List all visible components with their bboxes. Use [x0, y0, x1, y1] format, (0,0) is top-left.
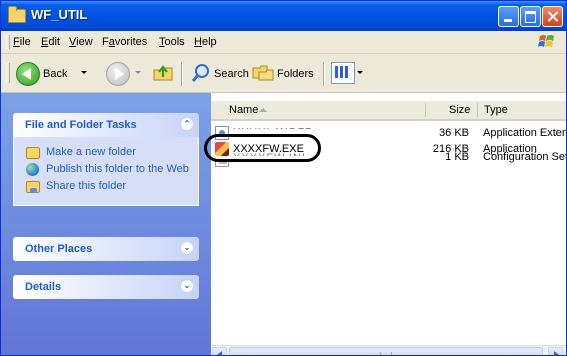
file-folder-tasks-panel: File and Folder Tasks ⌃ Make a new folde…: [13, 113, 199, 206]
task-pane: File and Folder Tasks ⌃ Make a new folde…: [1, 93, 211, 355]
scroll-left-icon: [217, 351, 222, 355]
toolbar: Back Search Folders: [1, 54, 566, 93]
task-share-folder[interactable]: Share this folder: [26, 180, 190, 193]
up-folder-icon[interactable]: [153, 63, 173, 81]
menu-view[interactable]: View: [69, 36, 93, 48]
file-type: Application Extens: [483, 127, 567, 139]
scroll-right-button[interactable]: [548, 347, 563, 355]
column-type[interactable]: Type: [484, 104, 508, 116]
forward-dropdown-icon[interactable]: [135, 71, 141, 74]
back-arrow-icon: [22, 68, 31, 80]
expand-chevron-icon[interactable]: ⌄: [180, 279, 194, 293]
toolbar-separator: [323, 62, 325, 86]
other-places-panel: Other Places ⌄: [13, 237, 199, 261]
close-button[interactable]: [542, 6, 563, 27]
column-divider[interactable]: [477, 103, 478, 117]
views-dropdown-icon[interactable]: [357, 71, 363, 74]
search-button[interactable]: Search: [214, 68, 249, 80]
panel-header[interactable]: File and Folder Tasks ⌃: [13, 113, 199, 137]
menu-tools[interactable]: Tools: [159, 36, 185, 48]
views-button[interactable]: [331, 62, 355, 84]
folders-button[interactable]: Folders: [277, 68, 314, 80]
task-make-new-folder[interactable]: Make a new folder: [26, 146, 190, 159]
panel-title: Other Places: [25, 243, 93, 255]
maximize-button[interactable]: [520, 6, 541, 27]
scroll-left-button[interactable]: [212, 347, 227, 355]
highlight-annotation: [204, 134, 321, 162]
horizontal-scrollbar[interactable]: [211, 345, 566, 355]
scroll-right-icon: [554, 351, 559, 355]
task-label: Publish this folder to the Web: [46, 163, 189, 175]
menu-favorites[interactable]: Favorites: [102, 36, 147, 48]
collapse-chevron-icon[interactable]: ⌃: [180, 117, 194, 131]
file-size: 36 KB: [439, 127, 469, 139]
task-label: Make a new folder: [46, 146, 136, 158]
expand-chevron-icon[interactable]: ⌄: [180, 241, 194, 255]
title-bar[interactable]: WF_UTIL: [1, 1, 566, 31]
panel-title: File and Folder Tasks: [25, 119, 137, 131]
menu-edit[interactable]: Edit: [41, 36, 60, 48]
folders-icon[interactable]: [252, 63, 274, 81]
menu-file[interactable]: File: [13, 36, 31, 48]
forward-button[interactable]: [106, 62, 130, 86]
menu-grip: [6, 35, 10, 49]
window-title: WF_UTIL: [31, 7, 88, 22]
panel-title: Details: [25, 281, 62, 293]
column-header: Name Size Type: [211, 101, 566, 121]
file-name: XXXXFW.DLL: [233, 120, 313, 132]
column-size[interactable]: Size: [449, 104, 470, 116]
back-dropdown-icon[interactable]: [81, 71, 87, 74]
forward-arrow-icon: [115, 68, 124, 80]
windows-logo-icon: [531, 33, 559, 51]
panel-header[interactable]: Details ⌄: [13, 275, 199, 299]
new-folder-icon: [26, 147, 40, 159]
toolbar-separator: [181, 62, 183, 86]
file-type: Configuration Sett: [483, 151, 567, 163]
views-grid-icon: [335, 66, 349, 78]
scroll-thumb[interactable]: [229, 347, 543, 355]
panel-body: Make a new folder Publish this folder to…: [13, 137, 199, 206]
sort-ascending-icon: [259, 108, 267, 112]
task-publish-folder[interactable]: Publish this folder to the Web: [26, 163, 190, 176]
task-label: Share this folder: [46, 180, 127, 192]
content-area: File and Folder Tasks ⌃ Make a new folde…: [1, 93, 566, 355]
details-panel: Details ⌄: [13, 275, 199, 299]
share-folder-icon: [26, 181, 40, 193]
explorer-window: WF_UTIL File Edit View Favorites Tools H…: [0, 0, 567, 356]
column-divider[interactable]: [425, 103, 426, 117]
menu-bar: File Edit View Favorites Tools Help: [1, 31, 566, 54]
back-button[interactable]: [16, 62, 40, 86]
minimize-button[interactable]: [498, 6, 519, 27]
thumb-grip: [380, 352, 392, 355]
toolbar-grip: [6, 63, 10, 83]
file-size: 1 KB: [445, 151, 469, 163]
menu-help[interactable]: Help: [194, 36, 217, 48]
column-name[interactable]: Name: [229, 104, 258, 116]
file-list: Name Size Type XXXXFW.DLL 36 KB Applicat…: [211, 93, 566, 355]
globe-icon: [26, 163, 39, 176]
panel-header[interactable]: Other Places ⌄: [13, 237, 199, 261]
search-icon[interactable]: [191, 63, 211, 83]
back-label[interactable]: Back: [43, 68, 67, 80]
folder-icon: [8, 6, 26, 23]
